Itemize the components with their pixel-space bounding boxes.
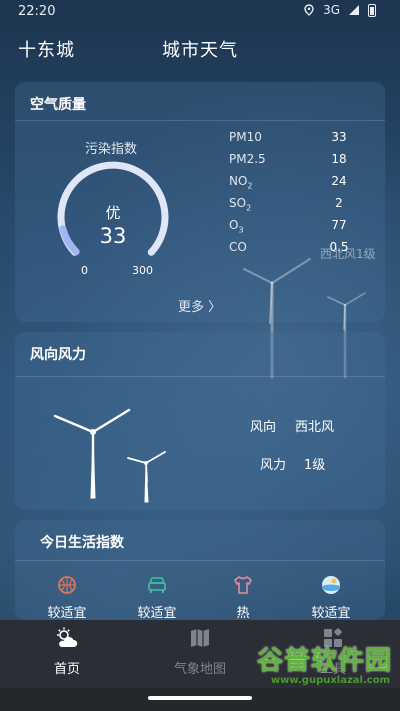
wind-direction-value: 西北风 xyxy=(295,420,335,435)
divider xyxy=(15,560,385,561)
pollutant-value: 2 xyxy=(335,196,343,210)
aqi-level: 优 xyxy=(105,204,121,222)
life-item-label: 较适宜 xyxy=(47,606,87,621)
life-index-card: 今日生活指数 较适宜 较适宜 热 较适宜 xyxy=(15,520,385,621)
aqi-value: 33 xyxy=(99,224,127,248)
watermark-logo: 谷普软件园 xyxy=(256,646,392,676)
location-icon xyxy=(304,4,314,16)
battery-icon xyxy=(368,3,376,17)
life-item-clothing[interactable]: 热 xyxy=(203,574,283,621)
life-item-travel[interactable]: 较适宜 xyxy=(291,574,371,621)
life-item-label: 热 xyxy=(236,606,250,621)
pollutant-name: PM10 xyxy=(229,130,262,144)
pollutant-list: PM10 33 PM2.5 18 NO2 24 SO2 2 O3 77 CO 0.5 xyxy=(227,130,377,262)
pollutant-value: 24 xyxy=(331,174,347,188)
status-icons: 3G xyxy=(303,3,376,17)
pollutant-value: 77 xyxy=(331,218,347,232)
network-type: 3G xyxy=(323,3,340,17)
gauge-max-label: 300 xyxy=(132,264,153,277)
pollutant-row: SO2 2 xyxy=(227,196,377,218)
life-index-list: 较适宜 较适宜 热 较适宜 xyxy=(15,574,385,621)
gauge-min-label: 0 xyxy=(81,264,88,277)
home-indicator[interactable] xyxy=(148,696,252,700)
city-selector[interactable]: 十东城 xyxy=(18,36,75,62)
wind-force-label: 风力 xyxy=(260,458,287,473)
basketball-icon xyxy=(58,576,76,594)
pollutant-name: O3 xyxy=(229,218,244,235)
app-header: 城市天气 十东城 xyxy=(0,36,400,66)
life-item-label: 较适宜 xyxy=(311,606,351,621)
wind-direction-label: 风向 xyxy=(250,420,277,435)
pollutant-name: NO2 xyxy=(229,174,253,191)
life-index-title: 今日生活指数 xyxy=(40,535,124,551)
life-item-car[interactable]: 较适宜 xyxy=(117,574,197,621)
aqi-index-label: 污染指数 xyxy=(85,142,138,157)
pollutant-row: PM10 33 xyxy=(227,130,377,152)
watermark-url: www.gupuxlazal.com xyxy=(270,675,390,686)
pollutant-name: PM2.5 xyxy=(229,152,266,166)
gesture-area xyxy=(0,688,400,711)
tab-weather-map[interactable]: 气象地图 xyxy=(145,620,255,688)
car-icon xyxy=(148,577,166,593)
divider xyxy=(15,120,385,121)
gauge-fill xyxy=(59,225,80,256)
map-icon xyxy=(191,629,209,647)
tab-home-label: 首页 xyxy=(53,662,80,677)
wind-card: 风向风力 风向 西北风 风力 1级 xyxy=(15,332,385,510)
pollutant-row: O3 77 xyxy=(227,218,377,240)
status-bar: 22:20 3G xyxy=(0,0,400,24)
tab-weather-map-label: 气象地图 xyxy=(173,662,226,677)
pollutant-value: 33 xyxy=(331,130,347,144)
air-quality-title: 空气质量 xyxy=(30,97,86,113)
beach-icon xyxy=(322,576,340,594)
pollutant-name: SO2 xyxy=(229,196,252,213)
tab-home[interactable]: 首页 xyxy=(12,620,122,688)
signal-icon xyxy=(349,5,359,15)
status-time: 22:20 xyxy=(18,4,56,19)
more-button[interactable]: 更多 〉 xyxy=(178,296,221,315)
pollutant-name: CO xyxy=(229,240,247,254)
life-item-sport[interactable]: 较适宜 xyxy=(27,574,107,621)
background-wind-text: 西北风1级 xyxy=(320,247,376,261)
divider xyxy=(15,376,385,377)
wind-turbine-small-icon xyxy=(127,451,166,503)
life-item-label: 较适宜 xyxy=(137,606,177,621)
wind-title: 风向风力 xyxy=(30,347,86,363)
weather-icon xyxy=(57,627,78,647)
shirt-icon xyxy=(234,576,252,594)
pollutant-value: 18 xyxy=(331,152,347,166)
pollutant-row: PM2.5 18 xyxy=(227,152,377,174)
wind-force-value: 1级 xyxy=(304,458,326,473)
pollutant-row: NO2 24 xyxy=(227,174,377,196)
